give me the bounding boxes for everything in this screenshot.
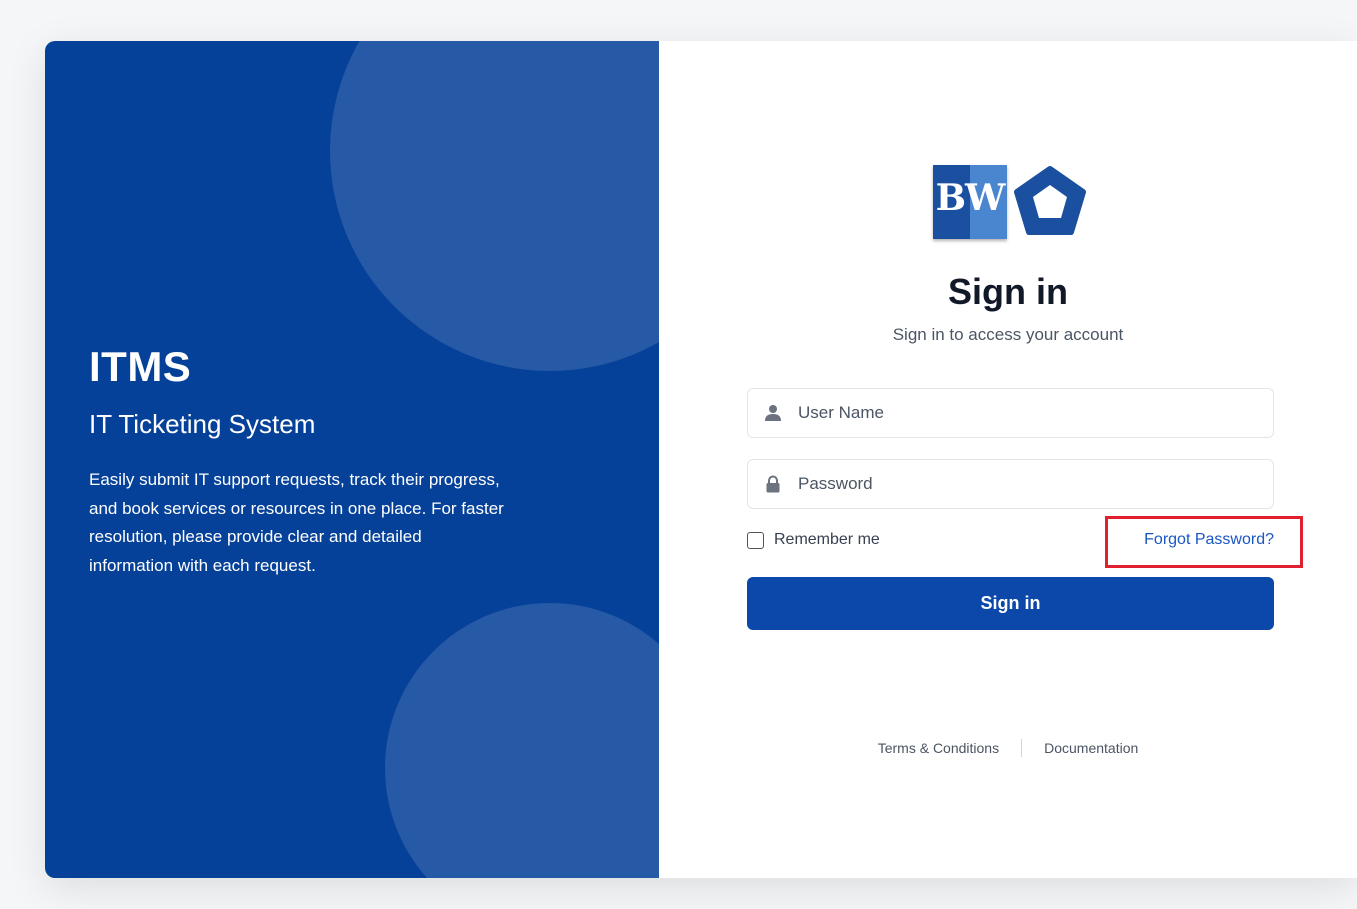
password-input[interactable] [798,460,1273,508]
user-icon [748,404,798,422]
page-title: Sign in [948,271,1068,312]
username-input[interactable] [798,389,1273,437]
signin-button[interactable]: Sign in [747,577,1274,630]
forgot-password-link[interactable]: Forgot Password? [1105,531,1274,549]
documentation-link[interactable]: Documentation [1044,740,1138,756]
company-logo: BW [933,163,1089,241]
footer-links: Terms & Conditions Documentation [659,739,1357,757]
terms-link[interactable]: Terms & Conditions [878,740,999,756]
remember-label: Remember me [774,531,880,548]
brand-title: ITMS [89,343,192,390]
page-subtitle: Sign in to access your account [892,325,1124,344]
login-card: ITMS IT Ticketing System Easily submit I… [45,41,1357,878]
brand-subtitle: IT Ticketing System [89,409,316,439]
password-field [747,459,1274,509]
pentagon-ring-icon [1014,166,1086,235]
decorative-circle-bottom [385,603,659,878]
footer-divider [1021,739,1023,757]
remember-checkbox[interactable] [747,531,764,549]
logo-text: BW [935,177,1006,219]
signin-panel: BW Sign in Sign in to access your accoun… [659,41,1357,878]
brand-panel: ITMS IT Ticketing System Easily submit I… [45,41,659,878]
decorative-circle-top [330,41,659,371]
remember-me[interactable]: Remember me [747,531,880,549]
brand-description: Easily submit IT support requests, track… [89,470,504,575]
username-field [747,388,1274,438]
lock-icon [748,475,798,493]
